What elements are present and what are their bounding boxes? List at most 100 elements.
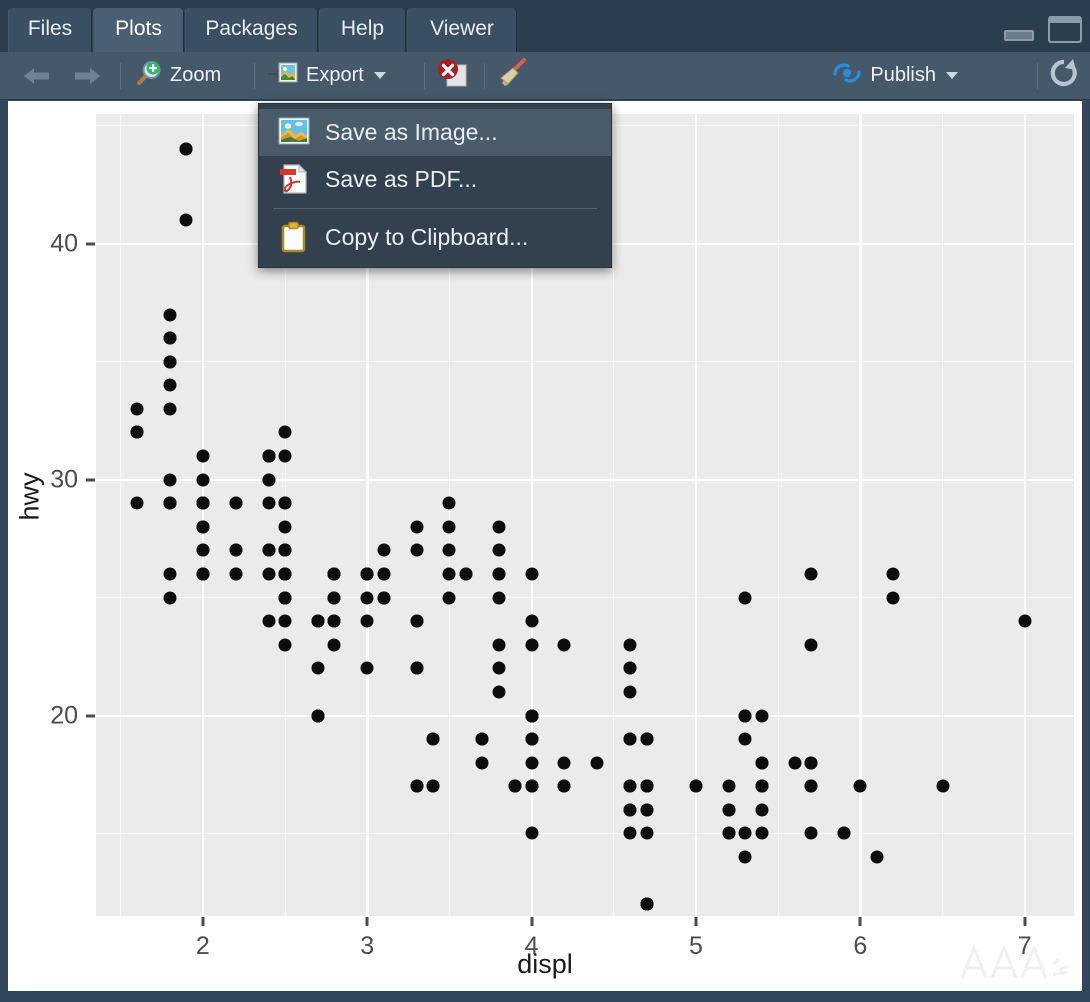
data-point <box>442 543 456 557</box>
data-point <box>163 591 177 605</box>
x-axis-title: displ <box>517 949 573 979</box>
tab-packages[interactable]: Packages <box>185 8 318 52</box>
data-point <box>229 543 243 557</box>
gridline <box>120 114 122 916</box>
data-point <box>311 661 325 675</box>
data-point <box>179 142 193 156</box>
data-point <box>327 614 341 628</box>
zoom-label: Zoom <box>170 64 222 86</box>
data-point <box>278 591 292 605</box>
data-point <box>262 449 276 463</box>
gridline <box>777 114 779 916</box>
rstudio-plots-pane: Files Plots Packages Help Viewer Zoom Ex… <box>0 0 1090 1002</box>
data-point <box>360 661 374 675</box>
data-point <box>788 756 802 770</box>
data-point <box>278 449 292 463</box>
data-point <box>459 567 473 581</box>
data-point <box>262 614 276 628</box>
export-button[interactable]: Export <box>268 52 386 99</box>
data-point <box>623 638 637 652</box>
refresh-button[interactable] <box>1048 52 1080 99</box>
data-point <box>804 567 818 581</box>
data-point <box>623 732 637 746</box>
tab-files[interactable]: Files <box>8 8 92 52</box>
remove-plot-icon <box>436 58 468 94</box>
data-point <box>640 779 654 793</box>
menu-item-save-as-image[interactable]: Save as Image... <box>259 109 611 156</box>
data-point <box>525 826 539 840</box>
data-point <box>886 591 900 605</box>
clear-all-plots-button[interactable] <box>496 52 530 99</box>
chevron-down-icon <box>946 72 958 79</box>
data-point <box>130 496 144 510</box>
data-point <box>722 826 736 840</box>
data-point <box>360 591 374 605</box>
data-point <box>689 779 703 793</box>
data-point <box>262 496 276 510</box>
x-tick-mark <box>858 917 862 926</box>
data-point <box>755 709 769 722</box>
data-point <box>492 591 506 605</box>
data-point <box>936 779 949 793</box>
data-point <box>492 661 506 675</box>
tab-plots[interactable]: Plots <box>93 8 184 52</box>
data-point <box>327 591 341 605</box>
data-point <box>492 543 506 557</box>
window-buttons <box>1004 14 1082 46</box>
publish-button[interactable]: Publish <box>832 52 958 99</box>
minimize-icon[interactable] <box>1004 30 1034 41</box>
menu-item-copy-to-clipboard[interactable]: Copy to Clipboard... <box>259 214 611 261</box>
plots-toolbar: Zoom Export Publish <box>0 52 1090 100</box>
data-point <box>327 638 341 652</box>
data-point <box>410 543 424 557</box>
arrow-left-icon <box>22 65 50 87</box>
data-point <box>557 779 571 793</box>
data-point <box>196 520 210 534</box>
menu-item-label: Save as Image... <box>325 119 498 145</box>
menu-item-label: Save as PDF... <box>325 166 478 192</box>
data-point <box>377 567 391 581</box>
data-point <box>804 826 818 840</box>
back-button[interactable] <box>22 52 50 99</box>
gridline <box>613 114 615 916</box>
data-point <box>360 567 374 581</box>
tab-help[interactable]: Help <box>319 8 406 52</box>
data-point <box>278 567 292 581</box>
data-point <box>738 709 752 722</box>
image-icon <box>277 116 311 150</box>
data-point <box>804 779 818 793</box>
data-point <box>755 756 769 770</box>
gridline <box>96 832 1074 834</box>
data-point <box>410 520 424 534</box>
y-tick-mark <box>86 714 95 717</box>
menu-item-save-as-pdf[interactable]: Save as PDF... <box>259 156 611 203</box>
chevron-down-icon <box>373 72 386 79</box>
data-point <box>410 614 424 628</box>
data-point <box>163 496 177 510</box>
tab-viewer[interactable]: Viewer <box>407 8 517 52</box>
data-point <box>262 567 276 581</box>
data-point <box>442 496 456 510</box>
data-point <box>475 756 489 770</box>
data-point <box>410 661 424 675</box>
data-point <box>623 685 637 699</box>
data-point <box>492 685 506 699</box>
data-point <box>327 567 341 581</box>
data-point <box>640 732 654 746</box>
y-tick-label: 20 <box>50 701 78 729</box>
data-point <box>278 520 292 534</box>
maximize-icon[interactable] <box>1048 16 1082 43</box>
data-point <box>525 614 539 628</box>
data-point <box>311 709 325 722</box>
zoom-button[interactable]: Zoom <box>134 52 221 99</box>
data-point <box>278 496 292 510</box>
remove-plot-button[interactable] <box>436 52 468 99</box>
data-point <box>525 709 539 722</box>
gridline <box>96 478 1074 482</box>
data-point <box>410 779 424 793</box>
forward-button[interactable] <box>72 52 100 99</box>
data-point <box>755 779 769 793</box>
menu-separator <box>273 208 597 209</box>
gridline <box>96 361 1074 363</box>
data-point <box>492 567 506 581</box>
